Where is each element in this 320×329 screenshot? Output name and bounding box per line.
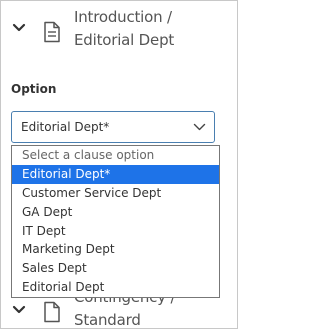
section-title-line2: Editorial Dept <box>74 31 175 49</box>
document-icon <box>44 21 60 43</box>
section-header-introduction[interactable]: Introduction / Editorial Dept <box>1 1 237 61</box>
dropdown-option[interactable]: GA Dept <box>12 203 219 222</box>
dropdown-option[interactable]: Marketing Dept <box>12 240 219 259</box>
next-section-title-line2: Standard <box>74 311 141 329</box>
option-select[interactable]: Editorial Dept* <box>11 111 215 143</box>
dropdown-option[interactable]: Editorial Dept <box>12 278 219 297</box>
option-select-value: Editorial Dept* <box>21 120 110 134</box>
chevron-down-icon[interactable] <box>12 305 26 315</box>
dropdown-option[interactable]: Editorial Dept* <box>12 164 219 184</box>
dropdown-option[interactable]: Sales Dept <box>12 259 219 278</box>
chevron-down-icon <box>193 123 206 131</box>
dropdown-option[interactable]: Select a clause option <box>12 146 219 165</box>
document-icon <box>44 301 60 323</box>
section-title: Introduction / Editorial Dept <box>74 6 234 52</box>
option-field-label: Option <box>11 82 57 96</box>
chevron-down-icon[interactable] <box>12 23 26 33</box>
section-title-line1: Introduction / <box>74 8 172 26</box>
option-dropdown-list[interactable]: Select a clause option Editorial Dept* C… <box>11 145 220 298</box>
dropdown-option[interactable]: IT Dept <box>12 222 219 241</box>
clause-panel: Introduction / Editorial Dept Option Edi… <box>0 0 238 329</box>
dropdown-option[interactable]: Customer Service Dept <box>12 184 219 203</box>
